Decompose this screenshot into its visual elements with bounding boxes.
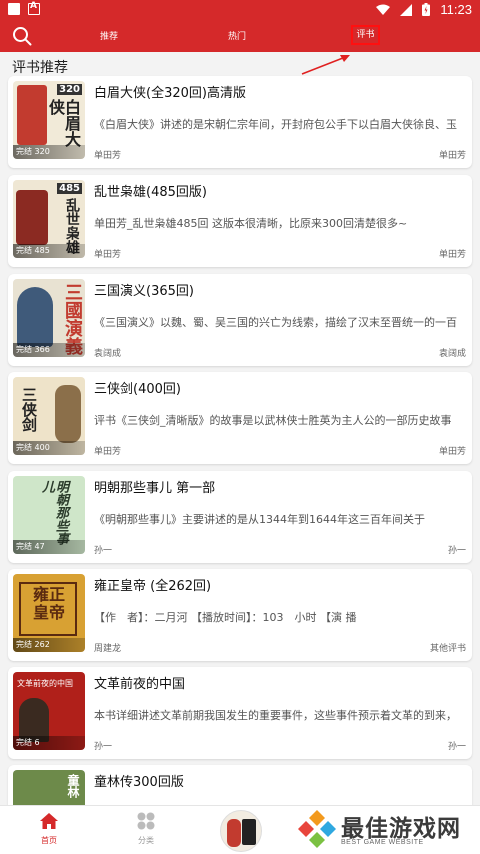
book-title[interactable]: 文革前夜的中国 xyxy=(94,673,185,692)
nav-home[interactable]: 首页 xyxy=(36,812,62,846)
status-badge: 完结 47 xyxy=(13,540,85,554)
book-description: 【作 者】：二月河 【播放时间】：103 小时 【演 播 xyxy=(94,611,357,624)
watermark-subtitle: BEST GAME WEBSITE xyxy=(341,839,424,846)
book-narrator: 孙一 xyxy=(94,742,113,752)
top-nav-bar: 推荐 热门 评书 xyxy=(0,20,480,52)
book-description: 《三国演义》以魏、蜀、吴三国的兴亡为线索，描绘了汉末至晋统一的一百 xyxy=(94,316,457,329)
wifi-icon xyxy=(376,4,391,15)
book-description: 《明朝那些事儿》主要讲述的是从1344年到1644年这三百年间关于 xyxy=(94,513,425,526)
book-description: 《白眉大侠》讲述的是宋朝仁宗年间，开封府包公手下以白眉大侠徐良、玉 xyxy=(94,118,457,131)
status-badge: 完结 262 xyxy=(13,638,85,652)
status-badge: 完结 6 xyxy=(13,736,85,750)
book-cover: 320 白眉大侠 完结 320 xyxy=(13,81,85,159)
book-category: 其他评书 xyxy=(429,644,466,654)
book-card[interactable]: 文革前夜的中国 完结 6 文革前夜的中国 本书详细讲述文革前期我国发生的重要事件… xyxy=(8,667,472,759)
font-app-icon xyxy=(28,1,40,15)
book-card[interactable]: 童林 童林传300回版 xyxy=(8,765,472,805)
watermark-name: 最佳游戏网 xyxy=(341,816,461,842)
book-title[interactable]: 乱世枭雄(485回版) xyxy=(94,181,207,200)
book-category: 孙一 xyxy=(447,742,466,752)
book-title[interactable]: 雍正皇帝 (全262回) xyxy=(94,575,211,594)
book-cover: 童林 xyxy=(13,770,85,805)
book-cover: 三國演義 完结 366 xyxy=(13,279,85,357)
nav-category-label: 分类 xyxy=(138,836,154,845)
status-badge: 完结 485 xyxy=(13,244,85,258)
grid-icon xyxy=(137,812,155,830)
status-badge: 完结 366 xyxy=(13,343,85,357)
book-category: 单田芳 xyxy=(438,151,466,161)
watermark-logo: 最佳游戏网 BEST GAME WEBSITE xyxy=(293,805,480,853)
book-cover: 雍正皇帝 完结 262 xyxy=(13,574,85,652)
book-narrator: 单田芳 xyxy=(94,447,122,457)
book-title[interactable]: 三国演义(365回) xyxy=(94,280,194,299)
book-category: 单田芳 xyxy=(438,250,466,260)
clock: 11:23 xyxy=(440,2,472,17)
status-badge: 完结 400 xyxy=(13,441,85,455)
book-cover: 485 乱世枭雄 完结 485 xyxy=(13,180,85,258)
status-badge: 完结 320 xyxy=(13,145,85,159)
book-narrator: 孙一 xyxy=(94,546,113,556)
logo-icon xyxy=(298,810,336,848)
battery-icon xyxy=(422,3,431,16)
section-title: 评书推荐 xyxy=(12,60,68,76)
book-category: 袁阔成 xyxy=(438,349,466,359)
tab-hot[interactable]: 热门 xyxy=(228,29,246,42)
book-title[interactable]: 白眉大侠(全320回)高清版 xyxy=(94,82,246,101)
cover-title: 童林 xyxy=(66,774,80,798)
book-cover: 三侠剑 完结 400 xyxy=(13,377,85,455)
cover-title: 三侠剑 xyxy=(20,387,38,432)
book-card[interactable]: 三國演義 完结 366 三国演义(365回) 《三国演义》以魏、蜀、吴三国的兴亡… xyxy=(8,274,472,366)
nav-category[interactable]: 分类 xyxy=(133,812,159,846)
book-category: 单田芳 xyxy=(438,447,466,457)
book-card[interactable]: 485 乱世枭雄 完结 485 乱世枭雄(485回版) 单田芳_乱世枭雄485回… xyxy=(8,175,472,267)
book-description: 评书《三侠剑_清晰版》的故事是以武林侠士胜英为主人公的一部历史故事 xyxy=(94,414,452,427)
book-card[interactable]: 三侠剑 完结 400 三侠剑(400回) 评书《三侠剑_清晰版》的故事是以武林侠… xyxy=(8,372,472,464)
tab-review[interactable]: 评书 xyxy=(351,25,380,45)
tab-recommend[interactable]: 推荐 xyxy=(100,29,118,42)
book-narrator: 袁阔成 xyxy=(94,349,122,359)
status-bar: 11:23 xyxy=(0,0,480,20)
book-cover: 明朝那些事儿 完结 47 xyxy=(13,476,85,554)
cover-title: 文革前夜的中国 xyxy=(17,679,73,688)
cover-tag: 485 xyxy=(57,183,82,194)
book-title[interactable]: 明朝那些事儿 第一部 xyxy=(94,477,215,496)
book-category: 孙一 xyxy=(447,546,466,556)
notification-icon xyxy=(8,3,20,15)
book-narrator: 单田芳 xyxy=(94,250,122,260)
book-cover: 文革前夜的中国 完结 6 xyxy=(13,672,85,750)
home-icon xyxy=(40,813,58,829)
search-icon[interactable] xyxy=(12,26,32,46)
cover-tag: 320 xyxy=(57,84,82,95)
book-narrator: 单田芳 xyxy=(94,151,122,161)
cover-title: 雍正皇帝 xyxy=(32,585,65,622)
signal-icon xyxy=(400,3,413,16)
book-title[interactable]: 童林传300回版 xyxy=(94,771,184,790)
book-description: 单田芳_乱世枭雄485回 这版本很清晰，比原来300回清楚很多~ xyxy=(94,217,408,230)
book-narrator: 周建龙 xyxy=(94,644,122,654)
book-title[interactable]: 三侠剑(400回) xyxy=(94,378,181,397)
nav-home-label: 首页 xyxy=(41,836,57,845)
book-card[interactable]: 明朝那些事儿 完结 47 明朝那些事儿 第一部 《明朝那些事儿》主要讲述的是从1… xyxy=(8,471,472,563)
book-card[interactable]: 雍正皇帝 完结 262 雍正皇帝 (全262回) 【作 者】：二月河 【播放时间… xyxy=(8,569,472,661)
now-playing-disc[interactable] xyxy=(220,810,262,852)
book-description: 本书详细讲述文革前期我国发生的重要事件，这些事件预示着文革的到来， xyxy=(94,709,457,722)
book-card[interactable]: 320 白眉大侠 完结 320 白眉大侠(全320回)高清版 《白眉大侠》讲述的… xyxy=(8,76,472,168)
